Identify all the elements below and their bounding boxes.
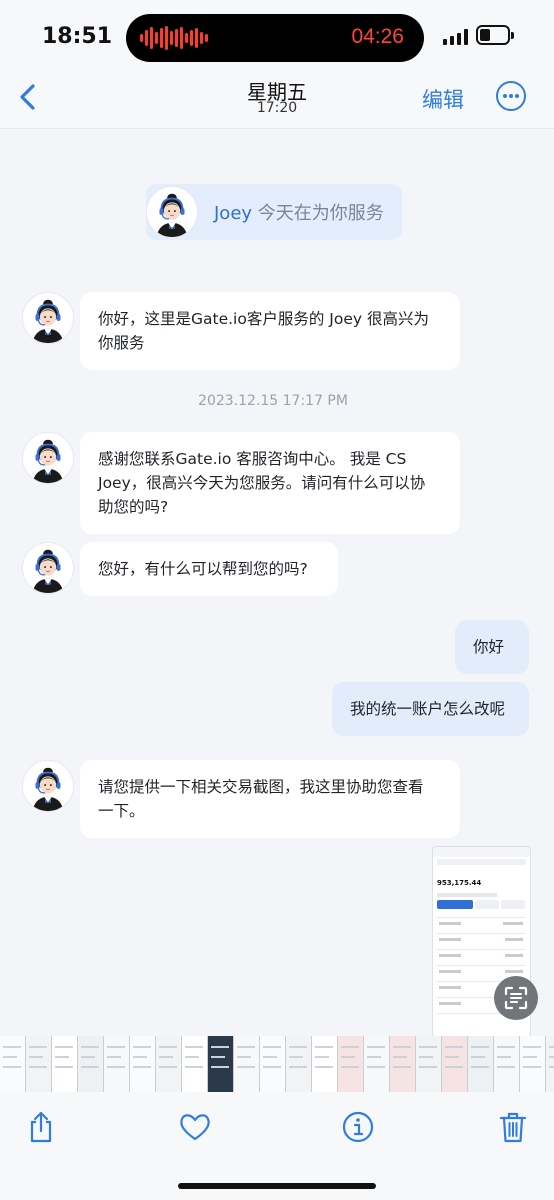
agent-avatar — [146, 186, 198, 238]
photo-thumbnail[interactable] — [442, 1036, 468, 1092]
message-line: 我的统一账户怎么改呢 — [350, 700, 506, 718]
photo-thumbnail[interactable] — [364, 1036, 390, 1092]
battery-icon — [476, 25, 514, 45]
photo-thumbnail[interactable] — [494, 1036, 520, 1092]
message-line: 您好，有什么可以帮到您的吗? — [98, 560, 308, 578]
photo-thumbnail[interactable] — [208, 1036, 234, 1092]
photo-thumbnail[interactable] — [130, 1036, 156, 1092]
photo-thumbnail[interactable] — [0, 1036, 26, 1092]
message-bubble: 感谢您联系Gate.io 客服咨询中心。 我是 CS Joey，很高兴今天为您服… — [80, 432, 460, 534]
photo-thumbnail[interactable] — [468, 1036, 494, 1092]
agent-banner-text: Joey 今天在为你服务 — [214, 199, 384, 225]
photo-thumbnail[interactable] — [416, 1036, 442, 1092]
message-line: 你好，这里是Gate.io客户服务的 Joey 很高兴为 — [98, 310, 429, 328]
message-line: 请您提供一下相关交易截图，我这里协助您查看 — [98, 778, 424, 796]
nav-subtitle: 17:20 — [256, 100, 298, 116]
photo-thumbnail[interactable] — [286, 1036, 312, 1092]
photo-thumbnail[interactable] — [520, 1036, 546, 1092]
message-line: 一下。 — [98, 802, 145, 820]
message-line: 感谢您联系Gate.io 客服咨询中心。 我是 CS — [98, 450, 407, 468]
photo-thumbnail[interactable] — [390, 1036, 416, 1092]
heart-icon[interactable] — [178, 1110, 212, 1144]
home-indicator[interactable] — [178, 1183, 376, 1189]
trash-icon[interactable] — [496, 1110, 530, 1144]
recording-time: 04:26 — [351, 25, 404, 48]
message-bubble-self: 我的统一账户怎么改呢 — [332, 682, 529, 736]
agent-name: Joey — [214, 203, 253, 224]
dynamic-island[interactable]: 04:26 — [126, 14, 424, 62]
photo-thumbnail[interactable] — [546, 1036, 554, 1092]
photo-thumbnail[interactable] — [78, 1036, 104, 1092]
message-bubble: 您好，有什么可以帮到您的吗? — [80, 542, 338, 596]
photo-thumbnail[interactable] — [312, 1036, 338, 1092]
message-line: Joey，很高兴今天为您服务。请问有什么可以协 — [98, 474, 426, 492]
photo-thumbnail[interactable] — [260, 1036, 286, 1092]
nav-bar: 星期五 17:20 编辑 — [0, 70, 554, 129]
agent-avatar — [22, 432, 74, 484]
ellipsis-circle-icon[interactable] — [496, 81, 526, 111]
timestamp: 2023.12.15 17:17 PM — [198, 393, 348, 409]
message-bubble: 请您提供一下相关交易截图，我这里协助您查看 一下。 — [80, 760, 460, 838]
photo-thumbnail[interactable] — [234, 1036, 260, 1092]
status-bar: 18:51 04:26 — [0, 0, 554, 70]
photo-thumbnail[interactable] — [182, 1036, 208, 1092]
agent-avatar — [22, 760, 74, 812]
signal-icon — [443, 29, 468, 45]
agent-avatar — [22, 292, 74, 344]
photo-thumbnail[interactable] — [338, 1036, 364, 1092]
message-bubble-self: 你好 — [455, 620, 529, 674]
message-line: 助您的吗? — [98, 498, 169, 516]
message-line: 你好 — [473, 638, 505, 656]
photo-thumbnail[interactable] — [156, 1036, 182, 1092]
message-line: 你服务 — [98, 334, 145, 352]
photo-thumbnail[interactable] — [52, 1036, 78, 1092]
attachment-balance: 953,175.44 — [437, 879, 482, 887]
message-bubble: 你好，这里是Gate.io客户服务的 Joey 很高兴为 你服务 — [80, 292, 460, 370]
photo-thumbnail[interactable] — [26, 1036, 52, 1092]
info-icon[interactable] — [341, 1110, 375, 1144]
agent-avatar — [22, 542, 74, 594]
edit-button[interactable]: 编辑 — [422, 84, 464, 114]
photo-thumbnail-strip[interactable] — [0, 1036, 554, 1092]
recording-waveform-icon — [140, 26, 208, 50]
live-text-icon[interactable] — [494, 976, 538, 1020]
clock: 18:51 — [42, 24, 113, 49]
photo-thumbnail[interactable] — [104, 1036, 130, 1092]
agent-banner-caption: 今天在为你服务 — [257, 203, 384, 224]
share-icon[interactable] — [24, 1110, 58, 1144]
